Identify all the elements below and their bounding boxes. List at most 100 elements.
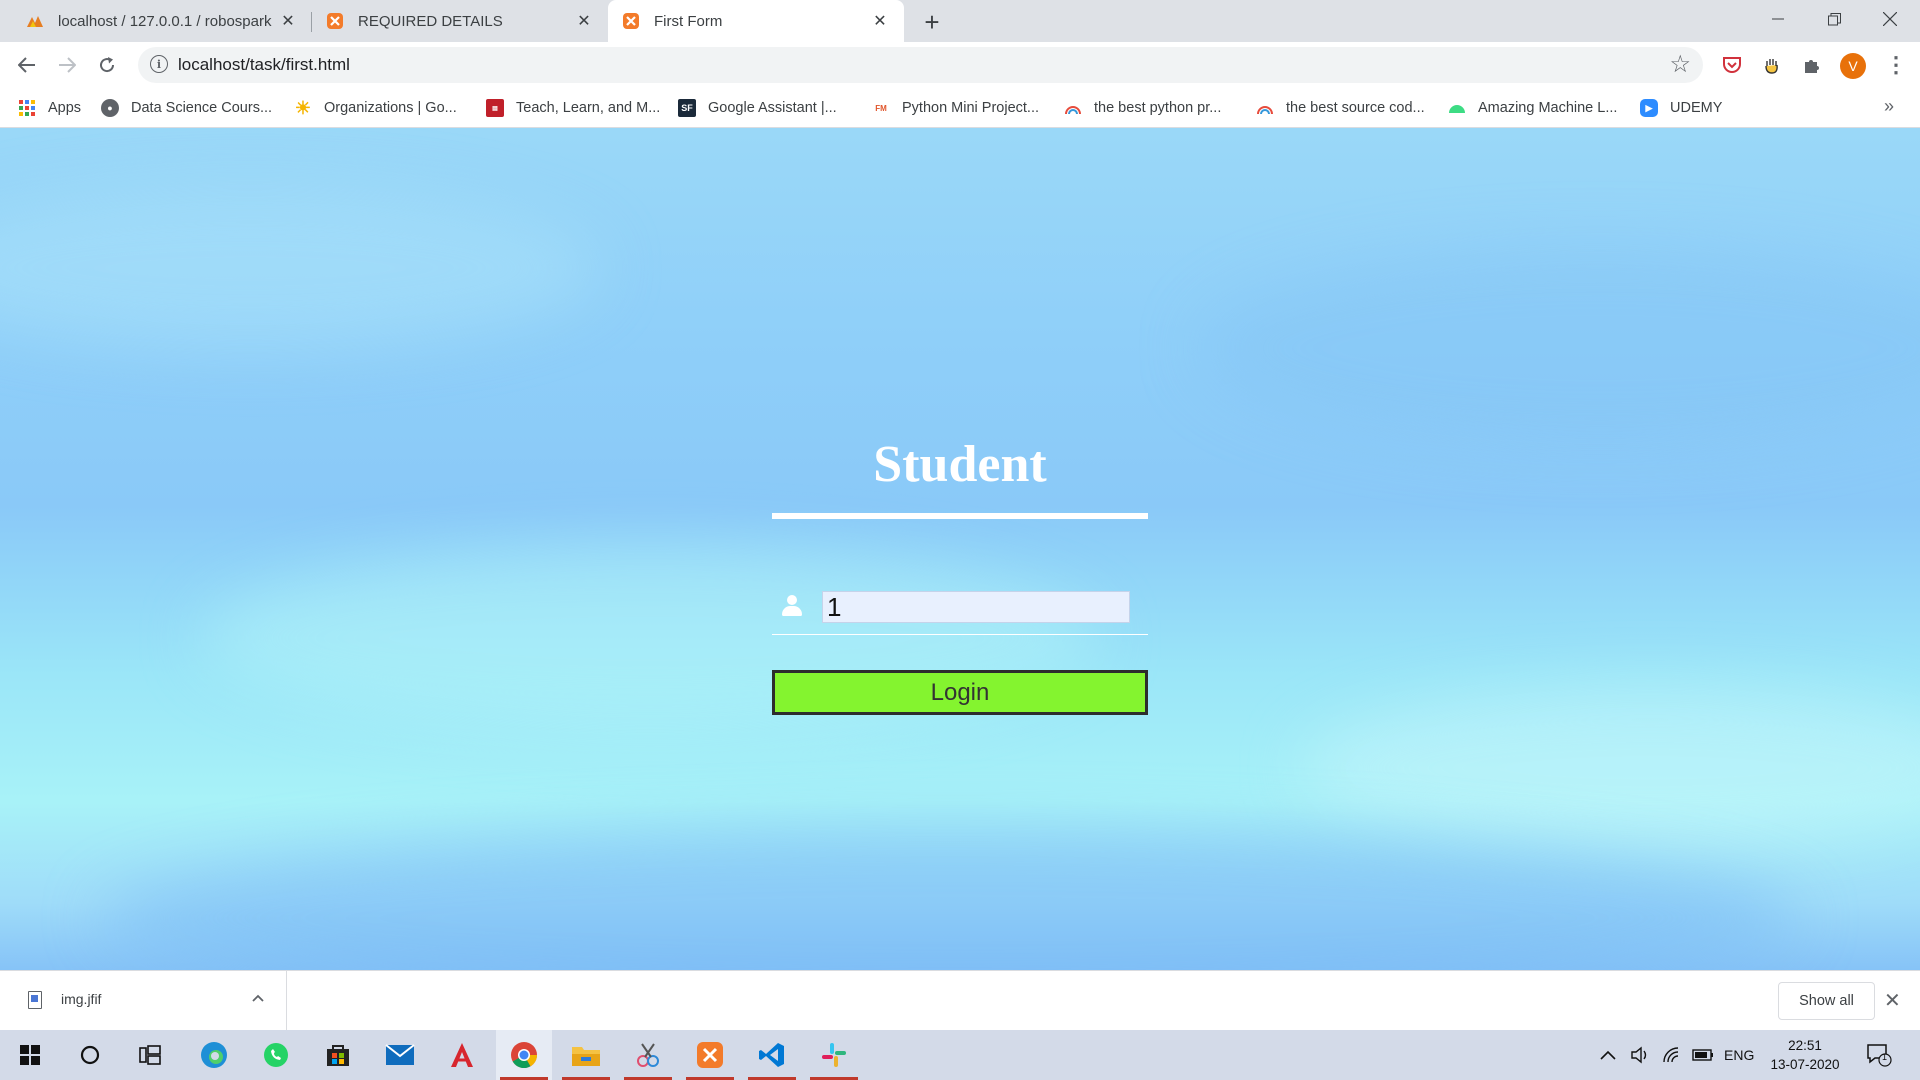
globe-icon: ●	[101, 99, 119, 117]
hand-extension-icon[interactable]	[1760, 53, 1784, 77]
vscode-icon[interactable]	[744, 1030, 800, 1080]
bookmark-amazing-ml[interactable]: Amazing Machine L...	[1448, 97, 1617, 119]
sky-cloud	[1300, 688, 1920, 848]
browser-tab-strip: localhost / 127.0.0.1 / robospark ✕ REQU…	[0, 0, 1920, 42]
microsoft-store-icon[interactable]	[310, 1030, 366, 1080]
forward-button[interactable]	[52, 50, 82, 80]
android-icon	[1448, 99, 1466, 117]
bookmarks-bar: Apps ● Data Science Cours... ☀ Organizat…	[0, 88, 1920, 128]
language-indicator[interactable]: ENG	[1724, 1030, 1754, 1080]
system-clock[interactable]: 22:51 13-07-2020	[1760, 1036, 1850, 1074]
chevron-up-icon[interactable]	[252, 989, 264, 1005]
show-hidden-icons-button[interactable]	[1600, 1030, 1616, 1080]
zoom-icon: ▶	[1640, 99, 1658, 117]
sf-icon: SF	[678, 99, 696, 117]
bookmark-star-icon[interactable]: ☆	[1669, 50, 1691, 79]
download-item[interactable]: img.jfif	[0, 971, 287, 1031]
title-underline	[772, 513, 1148, 519]
sky-cloud	[100, 828, 1800, 970]
student-id-row	[772, 591, 1148, 635]
student-login-form: Student Login	[772, 433, 1148, 715]
windows-taskbar: ENG 22:51 13-07-2020 1	[0, 1030, 1920, 1080]
xampp-icon[interactable]	[682, 1030, 738, 1080]
pocket-extension-icon[interactable]	[1720, 53, 1744, 77]
bookmark-label: UDEMY	[1670, 100, 1723, 116]
bookmark-data-science[interactable]: ● Data Science Cours...	[101, 97, 272, 119]
clock-time: 22:51	[1788, 1038, 1822, 1053]
whatsapp-icon[interactable]	[248, 1030, 304, 1080]
slack-icon[interactable]	[806, 1030, 862, 1080]
download-file-name[interactable]: img.jfif	[61, 991, 101, 1007]
bookmark-python-mini[interactable]: FM Python Mini Project...	[872, 97, 1039, 119]
download-shelf: img.jfif Show all ✕	[0, 970, 1920, 1031]
bookmark-best-python[interactable]: the best python pr...	[1064, 97, 1221, 119]
bookmark-label: Apps	[48, 100, 82, 116]
student-id-input[interactable]	[822, 591, 1130, 623]
reload-button[interactable]	[92, 50, 122, 80]
edge-browser-icon[interactable]	[186, 1030, 242, 1080]
new-tab-button[interactable]: +	[918, 7, 946, 37]
battery-icon[interactable]	[1692, 1030, 1714, 1080]
xampp-icon	[622, 12, 640, 30]
bookmark-label: Google Assistant |...	[708, 100, 837, 116]
info-icon[interactable]: i	[150, 55, 168, 73]
show-all-button[interactable]: Show all	[1778, 982, 1875, 1020]
tab-required-details[interactable]: REQUIRED DETAILS ✕	[312, 0, 608, 42]
close-window-button[interactable]	[1862, 0, 1918, 38]
tab-title: localhost / 127.0.0.1 / robospark	[58, 12, 272, 30]
chrome-taskbar-icon[interactable]	[496, 1030, 552, 1080]
clock-date: 13-07-2020	[1770, 1057, 1840, 1072]
minimize-button[interactable]	[1750, 0, 1806, 38]
bookmark-best-source[interactable]: the best source cod...	[1256, 97, 1425, 119]
bookmark-teach-learn[interactable]: ▤ Teach, Learn, and M...	[486, 97, 660, 119]
bookmark-label: Organizations | Go...	[324, 100, 457, 116]
volume-icon[interactable]	[1630, 1030, 1650, 1080]
reload-icon	[100, 57, 115, 73]
tab-title: REQUIRED DETAILS	[358, 12, 503, 30]
sky-cloud	[0, 188, 600, 348]
close-icon[interactable]: ✕	[1884, 988, 1901, 1013]
rainbow-icon	[1256, 99, 1274, 117]
tab-first-form[interactable]: First Form ✕	[608, 0, 904, 42]
restore-button[interactable]	[1806, 0, 1862, 38]
close-icon[interactable]: ✕	[574, 11, 594, 31]
browser-menu-icon[interactable]: ⋮	[1884, 52, 1908, 78]
close-icon[interactable]: ✕	[278, 11, 298, 31]
close-icon[interactable]: ✕	[870, 11, 890, 31]
bookmark-label: the best source cod...	[1286, 100, 1425, 116]
bookmark-label: the best python pr...	[1094, 100, 1222, 116]
bookmarks-overflow-icon[interactable]: »	[1884, 96, 1894, 117]
windows-start-icon[interactable]	[2, 1030, 58, 1080]
user-icon	[782, 595, 802, 619]
red-book-icon: ▤	[486, 99, 504, 117]
bookmark-google-assistant[interactable]: SF Google Assistant |...	[678, 97, 837, 119]
phpmyadmin-icon	[26, 12, 44, 30]
bookmark-udemy[interactable]: ▶ UDEMY	[1640, 97, 1722, 119]
bookmark-label: Teach, Learn, and M...	[516, 100, 661, 116]
snip-sketch-icon[interactable]	[620, 1030, 676, 1080]
bookmark-apps[interactable]: Apps	[18, 97, 81, 119]
task-view-icon[interactable]	[122, 1030, 178, 1080]
profile-avatar[interactable]: V	[1840, 53, 1866, 79]
login-button[interactable]: Login	[772, 670, 1148, 715]
wifi-icon[interactable]	[1662, 1030, 1682, 1080]
tab-title: First Form	[654, 12, 723, 30]
bookmark-label: Amazing Machine L...	[1478, 100, 1618, 116]
bookmark-label: Data Science Cours...	[131, 100, 273, 116]
bookmark-organizations[interactable]: ☀ Organizations | Go...	[294, 97, 457, 119]
extensions-puzzle-icon[interactable]	[1800, 53, 1824, 77]
address-bar[interactable]: i localhost/task/first.html ☆	[138, 47, 1703, 83]
cortana-search-icon[interactable]	[62, 1030, 118, 1080]
url-text[interactable]: localhost/task/first.html	[178, 55, 350, 75]
sky-cloud	[1200, 248, 1920, 448]
forward-arrow-icon	[59, 57, 76, 73]
image-file-icon	[28, 991, 42, 1009]
back-button[interactable]	[12, 50, 42, 80]
acrobat-reader-icon[interactable]	[434, 1030, 490, 1080]
mail-icon[interactable]	[372, 1030, 428, 1080]
bookmark-label: Python Mini Project...	[902, 100, 1039, 116]
tab-phpmyadmin[interactable]: localhost / 127.0.0.1 / robospark ✕	[12, 0, 312, 42]
form-title: Student	[873, 436, 1047, 493]
file-explorer-icon[interactable]	[558, 1030, 614, 1080]
action-center-icon[interactable]: 1	[1866, 1030, 1892, 1080]
